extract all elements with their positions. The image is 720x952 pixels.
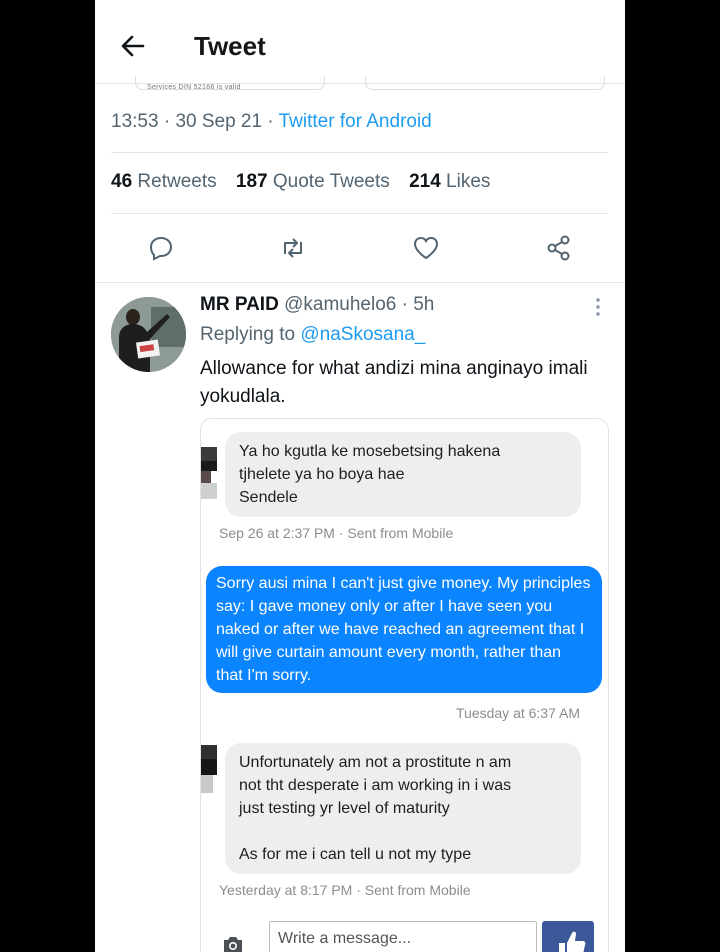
replying-to-handle-link[interactable]: @naSkosana_ [300,324,425,345]
reply-icon[interactable] [147,234,175,262]
like-heart-icon[interactable] [412,234,440,262]
avatar[interactable] [111,297,186,372]
page-title: Tweet [194,31,266,61]
avatar-photo [111,297,186,372]
likes-stat[interactable]: 214 Likes [409,171,490,192]
reply-author-name[interactable]: MR PAID [200,294,279,315]
tweet-time: 13:53 [111,111,159,132]
input-placeholder: Write a message... [278,930,412,947]
retweets-stat[interactable]: 46 Retweets [111,171,217,192]
reply-header: MR PAID @kamuhelo6 · 5h [200,294,435,315]
tweet-source-link[interactable]: Twitter for Android [279,111,432,132]
engagement-stats: 46 Retweets 187 Quote Tweets 214 Likes [111,171,504,193]
share-icon[interactable] [545,234,573,262]
divider [95,282,625,283]
incoming-message: Ya ho kgutla ke mosebetsing hakena tjhel… [225,432,581,517]
outgoing-message: Sorry ausi mina I can't just give money.… [206,566,602,693]
tweet-date: 30 Sep 21 [175,111,263,132]
back-arrow-icon[interactable] [117,30,149,62]
message-composer: Write a message... [201,919,608,952]
pixelated-avatar [201,745,217,793]
reply-age: 5h [413,294,435,315]
incoming-message: Unfortunately am not a prostitute n am n… [225,743,581,874]
retweet-icon[interactable] [279,234,307,262]
tweet-timestamp: 13:53 · 30 Sep 21 · Twitter for Android [111,111,432,132]
reply-author-handle[interactable]: @kamuhelo6 [284,294,396,315]
camera-icon[interactable] [221,933,245,952]
attached-chat-screenshot[interactable]: Ya ho kgutla ke mosebetsing hakena tjhel… [200,418,609,952]
media-card-edge [365,76,605,90]
replying-to: Replying to @naSkosana_ [200,324,426,345]
message-input[interactable]: Write a message... [269,921,537,952]
tweet-detail-screen: Tweet Services DIN 52186 is valid 13:53 … [95,0,625,952]
more-options-icon[interactable] [591,296,605,318]
message-timestamp: Tuesday at 6:37 AM [456,705,580,721]
divider [111,152,608,153]
top-bar: Tweet Services DIN 52186 is valid [95,0,625,91]
message-timestamp: Yesterday at 8:17 PM · Sent from Mobile [219,882,471,898]
tweet-action-bar [95,222,625,274]
quote-tweets-stat[interactable]: 187 Quote Tweets [236,171,390,192]
pixelated-avatar [201,447,217,499]
reply-text: Allowance for what andizi mina anginayo … [200,358,588,407]
message-timestamp: Sep 26 at 2:37 PM · Sent from Mobile [219,525,454,541]
clipped-media-text: Services DIN 52186 is valid [147,84,241,91]
thumbs-up-button[interactable] [542,921,594,952]
divider [111,213,608,214]
thumbs-up-icon [559,931,586,952]
